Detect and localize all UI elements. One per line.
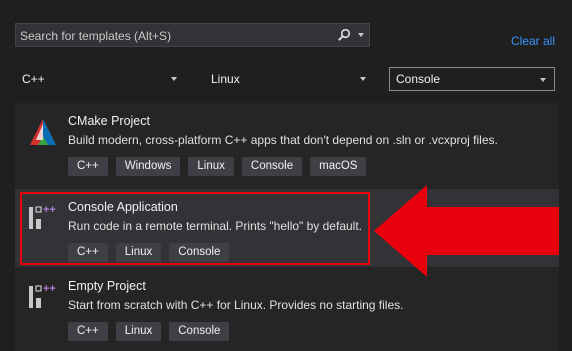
search-icon[interactable] bbox=[337, 28, 351, 42]
highlight-box bbox=[20, 192, 370, 265]
tag-list: C++ Linux Console bbox=[68, 322, 230, 341]
template-description: Build modern, cross-platform C++ apps th… bbox=[68, 133, 498, 147]
tag: Linux bbox=[188, 157, 234, 176]
project-type-filter-dropdown[interactable]: Console bbox=[389, 67, 555, 91]
clear-all-link[interactable]: Clear all bbox=[511, 34, 555, 48]
search-input[interactable]: Search for templates (Alt+S) bbox=[20, 29, 171, 43]
tag: Console bbox=[169, 322, 230, 341]
tag: C++ bbox=[68, 322, 108, 341]
cmake-icon bbox=[30, 119, 56, 145]
empty-project-icon: ++ bbox=[29, 283, 56, 308]
template-title: CMake Project bbox=[68, 114, 150, 128]
chevron-down-icon bbox=[540, 78, 546, 82]
tag: Linux bbox=[115, 322, 162, 341]
platform-filter-dropdown[interactable]: Linux bbox=[204, 67, 374, 91]
chevron-down-icon bbox=[171, 77, 177, 81]
tag: Console bbox=[241, 157, 303, 176]
tag: C++ bbox=[68, 157, 108, 176]
template-item-cmake-project[interactable]: CMake Project Build modern, cross-platfo… bbox=[15, 103, 559, 181]
tag: Windows bbox=[115, 157, 181, 176]
search-box[interactable]: Search for templates (Alt+S) bbox=[15, 23, 370, 47]
template-description: Start from scratch with C++ for Linux. P… bbox=[68, 298, 404, 312]
language-filter-value: C++ bbox=[22, 72, 45, 86]
project-type-filter-value: Console bbox=[396, 72, 441, 86]
svg-text:++: ++ bbox=[43, 283, 56, 295]
tag-list: C++ Windows Linux Console macOS bbox=[68, 157, 367, 176]
language-filter-dropdown[interactable]: C++ bbox=[15, 67, 185, 91]
template-title: Empty Project bbox=[68, 279, 146, 293]
search-options-chevron-icon[interactable] bbox=[358, 33, 364, 37]
tag: macOS bbox=[310, 157, 367, 176]
platform-filter-value: Linux bbox=[211, 72, 240, 86]
chevron-down-icon bbox=[360, 77, 366, 81]
red-arrow-icon bbox=[374, 185, 559, 277]
